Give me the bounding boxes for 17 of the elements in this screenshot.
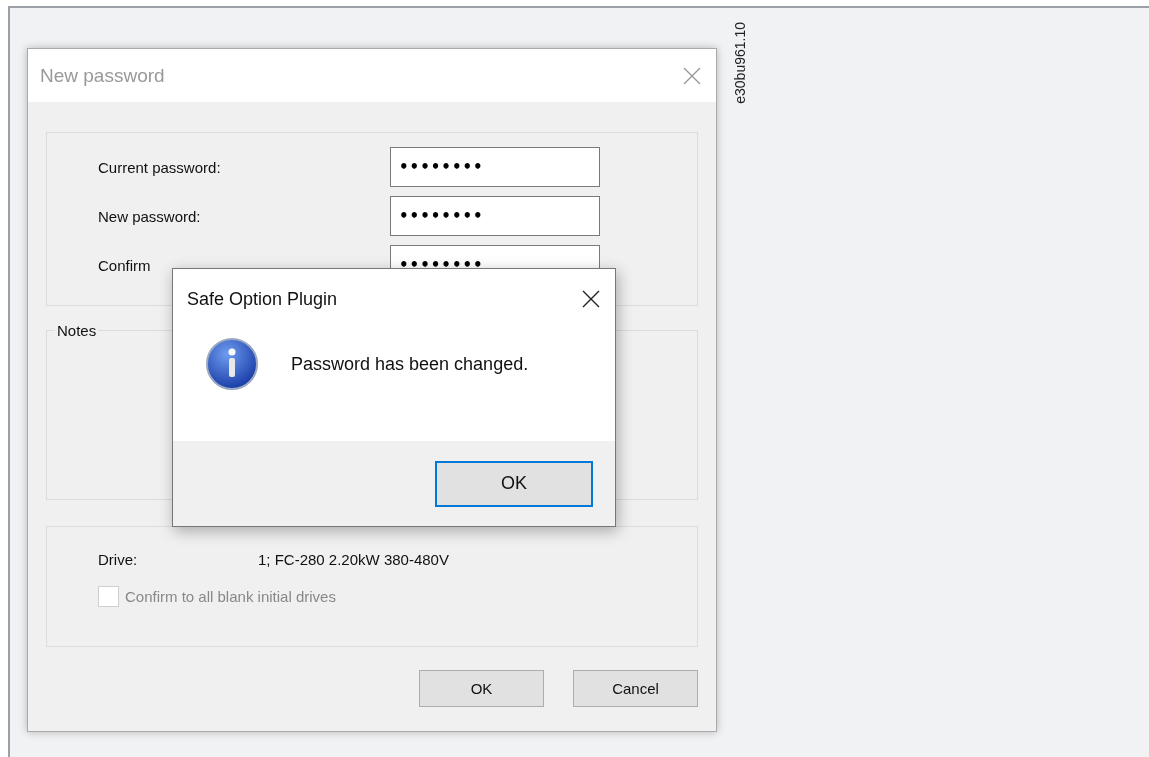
dialog-button[interactable]: Cancel	[573, 670, 698, 707]
password-field[interactable]: ••••••••	[390, 147, 600, 187]
field-label: New password:	[98, 207, 202, 225]
info-icon	[205, 337, 259, 391]
drive-value: 1; FC-280 2.20kW 380-480V	[258, 551, 449, 568]
figure-id: e30bu961.10	[732, 22, 748, 104]
message-text: Password has been changed.	[291, 353, 529, 375]
ok-button[interactable]: OK	[435, 460, 593, 507]
checkbox-label: Confirm to all blank initial drives	[125, 588, 336, 605]
field-label: Confirm	[98, 256, 152, 274]
close-icon[interactable]	[581, 289, 601, 309]
message-box-title: Safe Option Plugin	[187, 288, 338, 310]
window-title: New password	[40, 64, 165, 87]
password-field[interactable]: ••••••••	[390, 196, 600, 236]
drive-label: Drive:	[98, 551, 139, 568]
dialog-button[interactable]: OK	[419, 670, 544, 707]
field-label: Current password:	[98, 158, 222, 176]
